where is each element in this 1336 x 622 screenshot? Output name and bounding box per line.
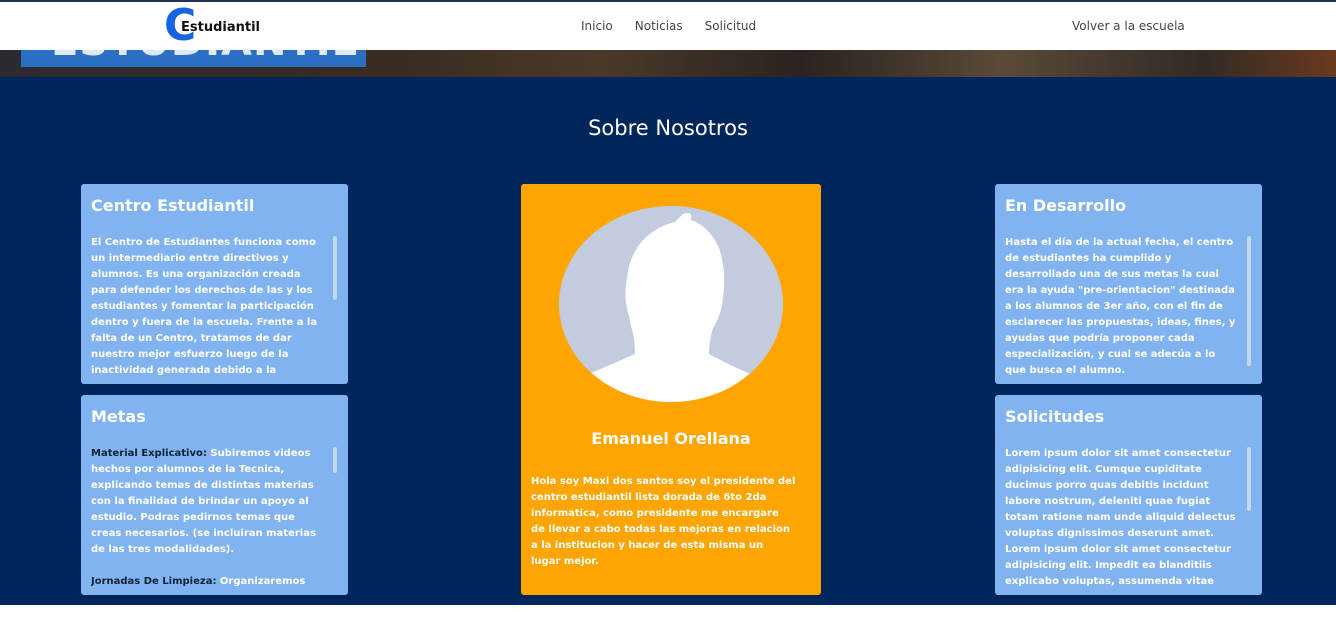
scrollbar[interactable]: [333, 447, 337, 473]
user-silhouette-icon: [559, 206, 783, 402]
card-paragraph: Lorem ipsum dolor sit amet consectetur a…: [1005, 448, 1236, 587]
card-text[interactable]: El Centro de Estudiantes funciona como u…: [91, 235, 323, 384]
profile-card: Emanuel Orellana Hola soy Maxi dos santo…: [521, 184, 821, 595]
hero-banner: ESTUDIANTIL: [21, 50, 366, 67]
card-title: En Desarrollo: [1005, 196, 1127, 215]
about-section: Sobre Nosotros Centro Estudiantil El Cen…: [0, 77, 1336, 605]
card-paragraph: El Centro de Estudiantes funciona como u…: [91, 237, 318, 376]
meta-label: Jornadas De Limpieza:: [91, 576, 217, 587]
card-metas: Metas Material Explicativo: Subiremos vi…: [81, 395, 348, 595]
card-solicitudes: Solicitudes Lorem ipsum dolor sit amet c…: [995, 395, 1262, 595]
profile-name: Emanuel Orellana: [591, 429, 751, 448]
hero-banner-text: ESTUDIANTIL: [51, 50, 358, 62]
card-paragraph: Hasta el día de la actual fecha, el cent…: [1005, 237, 1236, 376]
card-centro-estudiantil: Centro Estudiantil El Centro de Estudian…: [81, 184, 348, 384]
section-title: Sobre Nosotros: [588, 116, 748, 140]
meta-item-material: Material Explicativo: Subiremos videos h…: [91, 446, 323, 558]
nav-links: Inicio Noticias Solicitud: [581, 19, 756, 33]
scrollbar[interactable]: [333, 236, 337, 300]
meta-label: Material Explicativo:: [91, 448, 207, 459]
scrollbar[interactable]: [1247, 236, 1251, 366]
profile-bio: Hola soy Maxi dos santos soy el presiden…: [531, 476, 796, 567]
nav-link-solicitud[interactable]: Solicitud: [705, 19, 757, 33]
card-en-desarrollo: En Desarrollo Hasta el día de la actual …: [995, 184, 1262, 384]
hero-image: ESTUDIANTIL: [0, 50, 1336, 77]
card-text[interactable]: Hasta el día de la actual fecha, el cent…: [1005, 235, 1237, 384]
card-text[interactable]: Material Explicativo: Subiremos videos h…: [91, 446, 323, 595]
meta-item-limpieza: Jornadas De Limpieza: Organizaremos: [91, 574, 323, 590]
scrollbar[interactable]: [1247, 447, 1251, 511]
navbar: C Estudiantil Inicio Noticias Solicitud …: [0, 0, 1336, 50]
nav-link-inicio[interactable]: Inicio: [581, 19, 613, 33]
meta-text: Subiremos videos hechos por alumnos de l…: [91, 448, 316, 555]
site-logo[interactable]: C Estudiantil: [164, 4, 274, 50]
card-title: Metas: [91, 407, 146, 426]
meta-text: Organizaremos: [216, 576, 306, 587]
nav-link-noticias[interactable]: Noticias: [635, 19, 683, 33]
back-to-school-link[interactable]: Volver a la escuela: [1072, 19, 1185, 33]
card-title: Centro Estudiantil: [91, 196, 255, 215]
card-title: Solicitudes: [1005, 407, 1105, 426]
card-text[interactable]: Lorem ipsum dolor sit amet consectetur a…: [1005, 446, 1237, 595]
logo-text: Estudiantil: [181, 20, 261, 35]
